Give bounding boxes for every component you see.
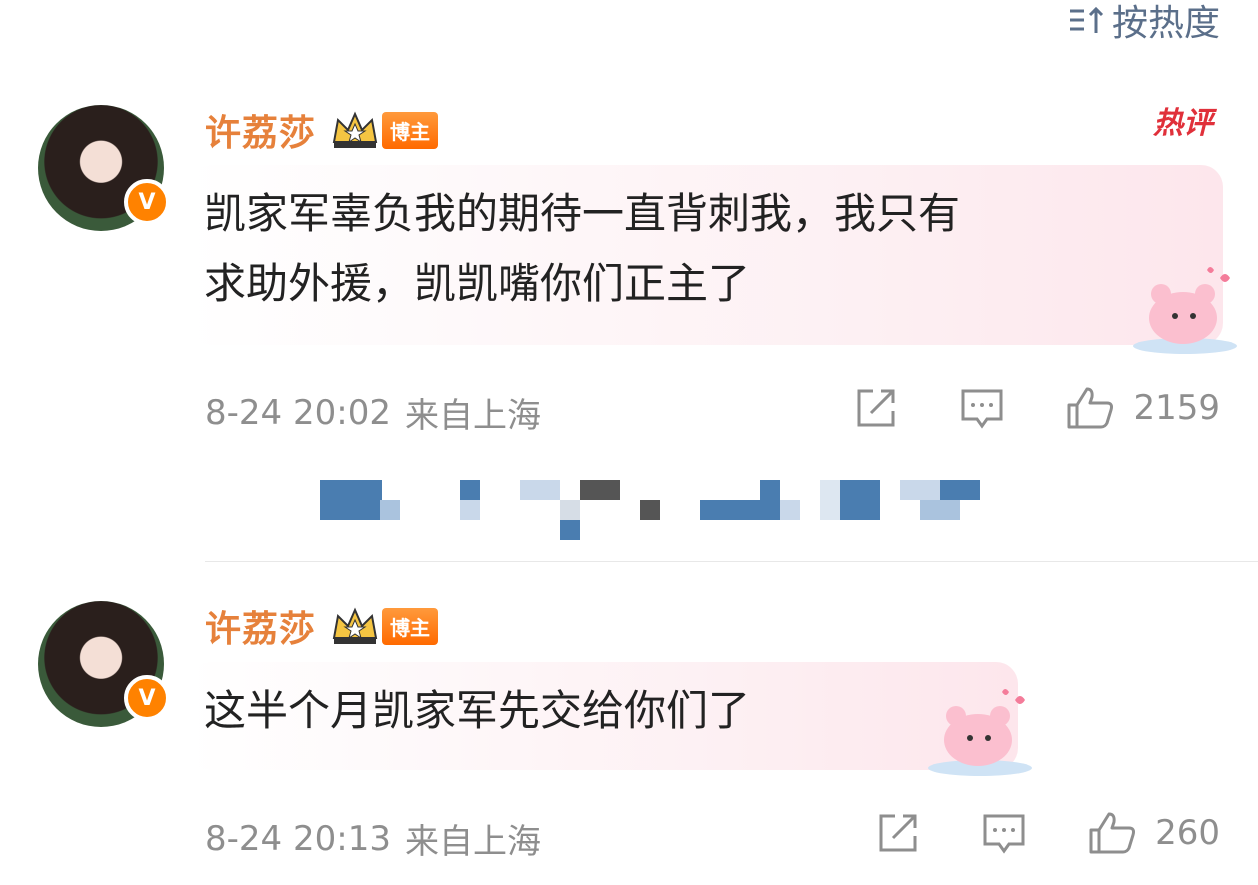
redacted-area — [320, 478, 1000, 540]
like-button[interactable]: 2159 — [1065, 385, 1220, 431]
comment-text-line: 凯家军辜负我的期待一直背刺我，我只有 — [204, 189, 961, 238]
reply-button[interactable] — [959, 385, 1005, 431]
comment-icon — [961, 389, 1003, 429]
verified-icon: V — [124, 179, 170, 225]
verified-icon: V — [124, 675, 170, 721]
reply-button[interactable] — [981, 810, 1027, 856]
bear-sticker-icon — [928, 689, 1032, 776]
comment-text-bubble: 凯家军辜负我的期待一直背刺我，我只有 求助外援，凯凯嘴你们正主了 — [188, 165, 1223, 345]
author-badge: 博主 — [382, 111, 439, 149]
thumbs-up-icon — [1089, 812, 1136, 854]
share-button[interactable] — [875, 810, 921, 856]
like-count: 260 — [1155, 813, 1220, 853]
username[interactable]: 许荔莎 — [205, 600, 316, 652]
name-row: 许荔莎 博主 — [205, 104, 439, 156]
share-icon — [879, 814, 917, 852]
comment-text-line: 这半个月凯家军先交给你们了 — [204, 686, 751, 735]
timestamp: 8-24 20:02 — [205, 392, 391, 433]
comment-meta: 8-24 20:02 来自上海 — [205, 388, 541, 437]
username[interactable]: 许荔莎 — [205, 104, 316, 156]
comment-text-bubble: 这半个月凯家军先交给你们了 — [188, 662, 1018, 770]
divider — [205, 561, 1258, 562]
crown-icon — [332, 607, 378, 644]
sort-toggle[interactable]: 按热度 — [1066, 0, 1220, 46]
thumbs-up-icon — [1067, 387, 1114, 429]
share-icon — [857, 389, 895, 427]
location: 来自上海 — [404, 396, 541, 436]
sort-label: 按热度 — [1111, 3, 1220, 44]
comment-actions: 2159 — [853, 385, 1220, 431]
comment-meta: 8-24 20:13 来自上海 — [205, 814, 541, 863]
bear-sticker-icon — [1133, 267, 1237, 354]
hot-comment-tag: 热评 — [1153, 106, 1213, 141]
comment-actions: 260 — [875, 810, 1220, 856]
comment-text-line: 求助外援，凯凯嘴你们正主了 — [204, 259, 751, 308]
share-button[interactable] — [853, 385, 899, 431]
avatar[interactable]: V — [38, 601, 170, 727]
avatar[interactable]: V — [38, 105, 170, 231]
like-button[interactable]: 260 — [1087, 810, 1220, 856]
author-badge: 博主 — [382, 607, 439, 645]
like-count: 2159 — [1133, 388, 1220, 428]
crown-icon — [332, 111, 378, 148]
name-row: 许荔莎 博主 — [205, 600, 439, 652]
timestamp: 8-24 20:13 — [205, 818, 391, 859]
location: 来自上海 — [404, 822, 541, 862]
comment-icon — [983, 814, 1025, 854]
sort-icon — [1069, 6, 1104, 33]
